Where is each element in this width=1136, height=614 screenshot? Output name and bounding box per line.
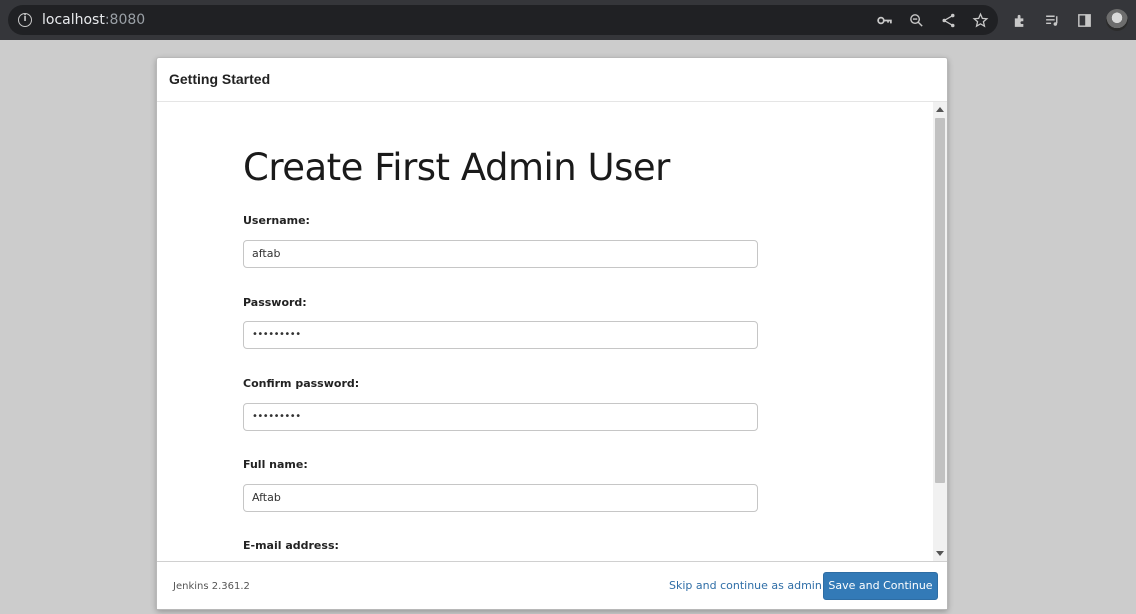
- extensions-icon[interactable]: [1010, 10, 1030, 30]
- password-field[interactable]: •••••••••: [243, 321, 758, 349]
- username-label: Username:: [243, 214, 310, 227]
- info-icon[interactable]: i: [18, 13, 32, 27]
- dialog-body: Create First Admin User Username: aftab …: [157, 102, 947, 561]
- dialog-footer: Jenkins 2.361.2 Skip and continue as adm…: [157, 561, 947, 609]
- confirm-password-field[interactable]: •••••••••: [243, 403, 758, 431]
- password-label: Password:: [243, 296, 307, 309]
- save-and-continue-button[interactable]: Save and Continue: [823, 572, 938, 600]
- url-port: :8080: [104, 12, 146, 28]
- media-icon[interactable]: [1042, 10, 1062, 30]
- side-panel-icon[interactable]: [1074, 10, 1094, 30]
- url-host: localhost: [42, 12, 105, 28]
- form-heading: Create First Admin User: [243, 146, 670, 189]
- url-text[interactable]: localhost:8080: [42, 11, 145, 29]
- scroll-down-arrow-icon[interactable]: [936, 551, 944, 556]
- zoom-icon[interactable]: [906, 10, 926, 30]
- confirm-password-label: Confirm password:: [243, 377, 360, 390]
- setup-dialog: Getting Started Create First Admin User …: [156, 57, 948, 610]
- scroll-thumb[interactable]: [935, 118, 945, 483]
- profile-avatar[interactable]: [1106, 9, 1128, 31]
- star-icon[interactable]: [970, 10, 990, 30]
- dialog-title: Getting Started: [169, 71, 271, 87]
- skip-continue-as-admin-link[interactable]: Skip and continue as admin: [669, 579, 822, 592]
- dialog-scrollbar[interactable]: [933, 102, 947, 561]
- email-label: E-mail address:: [243, 539, 339, 552]
- dialog-header: Getting Started: [157, 58, 947, 102]
- full-name-field[interactable]: Aftab: [243, 484, 758, 512]
- share-icon[interactable]: [938, 10, 958, 30]
- full-name-label: Full name:: [243, 458, 308, 471]
- browser-toolbar: i localhost:8080: [0, 0, 1136, 40]
- scroll-up-arrow-icon[interactable]: [936, 107, 944, 112]
- username-field[interactable]: aftab: [243, 240, 758, 268]
- jenkins-version: Jenkins 2.361.2: [173, 581, 250, 592]
- address-bar[interactable]: i localhost:8080: [8, 5, 998, 35]
- key-icon[interactable]: [874, 10, 894, 30]
